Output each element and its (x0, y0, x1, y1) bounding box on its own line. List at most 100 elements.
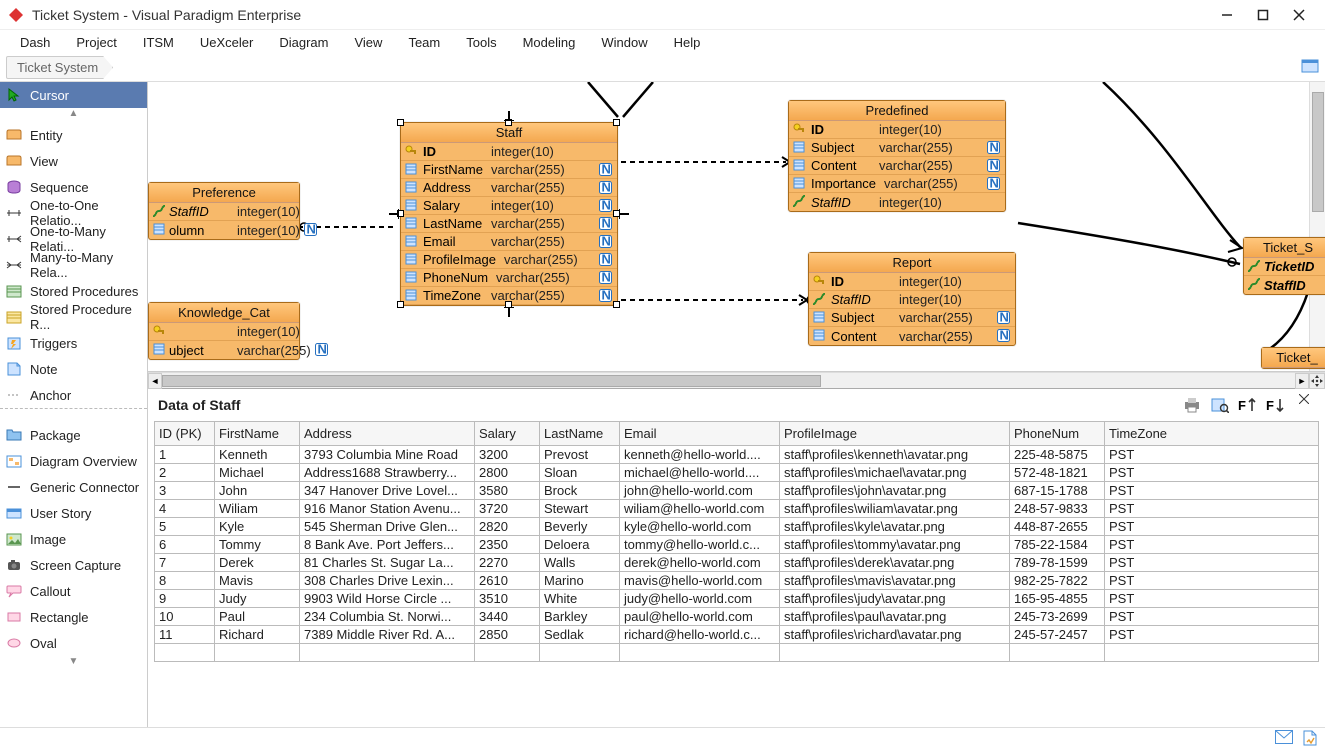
entity-column[interactable]: ubject varchar(255) N (149, 341, 299, 359)
entity-column[interactable]: integer(10) (149, 323, 299, 341)
table-row[interactable]: 2MichaelAddress1688 Strawberry...2800Slo… (155, 464, 1319, 482)
entity-staff[interactable]: Staff ID integer(10) FirstName varchar(2… (400, 122, 618, 306)
selection-handle[interactable] (397, 301, 404, 308)
column-header[interactable]: ProfileImage (780, 422, 1010, 446)
entity-preference[interactable]: Preference StaffID integer(10) olumn int… (148, 182, 300, 240)
menu-help[interactable]: Help (662, 32, 713, 53)
toolbox-down-icon[interactable]: ▼ (0, 656, 147, 670)
entity-column[interactable]: Subject varchar(255) N (809, 309, 1015, 327)
tool-rectangle[interactable]: Rectangle (0, 604, 147, 630)
entity-column[interactable]: ProfileImage varchar(255) N (401, 251, 617, 269)
connector-handle[interactable] (502, 307, 516, 321)
tool-many-to-many-rela-[interactable]: Many-to-Many Rela... (0, 252, 147, 278)
table-row[interactable]: 3John347 Hanover Drive Lovel...3580Brock… (155, 482, 1319, 500)
column-header[interactable]: ID (PK) (155, 422, 215, 446)
entity-column[interactable]: olumn integer(10) N (149, 221, 299, 239)
table-row[interactable]: 9Judy9903 Wild Horse Circle ...3510White… (155, 590, 1319, 608)
entity-predefined[interactable]: Predefined ID integer(10) Subject varcha… (788, 100, 1006, 212)
tool-generic-connector[interactable]: Generic Connector (0, 474, 147, 500)
scroll-left-icon[interactable]: ◄ (148, 373, 162, 389)
tool-package[interactable]: Package (0, 422, 147, 448)
tool-callout[interactable]: Callout (0, 578, 147, 604)
entity-column[interactable]: StaffID i (1244, 276, 1325, 294)
find-data-icon[interactable] (1209, 395, 1231, 415)
connector-handle[interactable] (385, 207, 399, 221)
scroll-right-icon[interactable]: ► (1295, 373, 1309, 389)
table-row[interactable]: 11Richard7389 Middle River Rd. A...2850S… (155, 626, 1319, 644)
connector-handle[interactable] (619, 207, 633, 221)
column-header[interactable]: TimeZone (1105, 422, 1319, 446)
selection-handle[interactable] (613, 301, 620, 308)
menu-tools[interactable]: Tools (454, 32, 508, 53)
document-icon[interactable] (1303, 730, 1317, 749)
tool-stored-procedures[interactable]: Stored Procedures (0, 278, 147, 304)
menu-modeling[interactable]: Modeling (511, 32, 588, 53)
canvas-hscrollbar[interactable]: ◄ ► (148, 372, 1325, 388)
tool-cursor[interactable]: Cursor (0, 82, 147, 108)
close-button[interactable] (1281, 1, 1317, 29)
column-header[interactable]: PhoneNum (1010, 422, 1105, 446)
close-panel-icon[interactable] (1293, 389, 1315, 409)
entity-column[interactable]: Importance varchar(255) N (789, 175, 1005, 193)
entity-column[interactable]: StaffID integer(10) (789, 193, 1005, 211)
panel-toggle-icon[interactable] (1301, 57, 1319, 78)
entity-column[interactable]: TicketID i (1244, 258, 1325, 276)
tool-oval[interactable]: Oval (0, 630, 147, 656)
tool-entity[interactable]: Entity (0, 122, 147, 148)
breadcrumb[interactable]: Ticket System (6, 56, 113, 79)
entity-ticket_s[interactable]: Ticket_S TicketID i StaffID i (1243, 237, 1325, 295)
menu-window[interactable]: Window (589, 32, 659, 53)
entity-column[interactable]: ID integer(10) (401, 143, 617, 161)
tool-stored-procedure-r-[interactable]: Stored Procedure R... (0, 304, 147, 330)
column-header[interactable]: FirstName (215, 422, 300, 446)
column-header[interactable]: LastName (540, 422, 620, 446)
table-row[interactable]: 1Kenneth3793 Columbia Mine Road3200Prevo… (155, 446, 1319, 464)
entity-column[interactable]: FirstName varchar(255) N (401, 161, 617, 179)
tool-screen-capture[interactable]: Screen Capture (0, 552, 147, 578)
tool-sequence[interactable]: Sequence (0, 174, 147, 200)
entity-column[interactable]: Content varchar(255) N (789, 157, 1005, 175)
table-row-empty[interactable] (155, 644, 1319, 662)
data-grid[interactable]: ID (PK)FirstNameAddressSalaryLastNameEma… (154, 421, 1319, 662)
entity-column[interactable]: Salary integer(10) N (401, 197, 617, 215)
move-grip-icon[interactable] (1309, 373, 1325, 389)
entity-column[interactable]: Subject varchar(255) N (789, 139, 1005, 157)
entity-column[interactable]: StaffID integer(10) (809, 291, 1015, 309)
table-row[interactable]: 5Kyle545 Sherman Drive Glen...2820Beverl… (155, 518, 1319, 536)
toolbox-up-icon[interactable]: ▲ (0, 108, 147, 122)
sort-desc-icon[interactable]: F (1265, 395, 1287, 415)
connector-handle[interactable] (502, 107, 516, 121)
tool-note[interactable]: Note (0, 356, 147, 382)
entity-knowledge_cat[interactable]: Knowledge_Cat integer(10) ubject varchar… (148, 302, 300, 360)
menu-diagram[interactable]: Diagram (267, 32, 340, 53)
sort-asc-icon[interactable]: F (1237, 395, 1259, 415)
entity-report[interactable]: Report ID integer(10) StaffID integer(10… (808, 252, 1016, 346)
menu-project[interactable]: Project (64, 32, 128, 53)
tool-one-to-one-relatio-[interactable]: One-to-One Relatio... (0, 200, 147, 226)
tool-anchor[interactable]: Anchor (0, 382, 147, 408)
entity-column[interactable]: StaffID integer(10) (149, 203, 299, 221)
entity-column[interactable]: ID integer(10) (809, 273, 1015, 291)
tool-image[interactable]: Image (0, 526, 147, 552)
column-header[interactable]: Address (300, 422, 475, 446)
maximize-button[interactable] (1245, 1, 1281, 29)
mail-icon[interactable] (1275, 730, 1293, 749)
tool-one-to-many-relati-[interactable]: One-to-Many Relati... (0, 226, 147, 252)
menu-view[interactable]: View (342, 32, 394, 53)
selection-handle[interactable] (613, 119, 620, 126)
menu-uexceler[interactable]: UeXceler (188, 32, 265, 53)
entity-column[interactable]: Address varchar(255) N (401, 179, 617, 197)
menu-itsm[interactable]: ITSM (131, 32, 186, 53)
table-row[interactable]: 7Derek81 Charles St. Sugar La...2270Wall… (155, 554, 1319, 572)
table-row[interactable]: 8Mavis308 Charles Drive Lexin...2610Mari… (155, 572, 1319, 590)
table-row[interactable]: 6Tommy8 Bank Ave. Port Jeffers...2350Del… (155, 536, 1319, 554)
entity-column[interactable]: ID integer(10) (789, 121, 1005, 139)
entity-column[interactable]: LastName varchar(255) N (401, 215, 617, 233)
table-row[interactable]: 10Paul234 Columbia St. Norwi...3440Barkl… (155, 608, 1319, 626)
tool-view[interactable]: View (0, 148, 147, 174)
entity-column[interactable]: PhoneNum varchar(255) N (401, 269, 617, 287)
menu-dash[interactable]: Dash (8, 32, 62, 53)
erd-canvas[interactable]: Preference StaffID integer(10) olumn int… (148, 82, 1325, 372)
tool-user-story[interactable]: User Story (0, 500, 147, 526)
tool-triggers[interactable]: Triggers (0, 330, 147, 356)
